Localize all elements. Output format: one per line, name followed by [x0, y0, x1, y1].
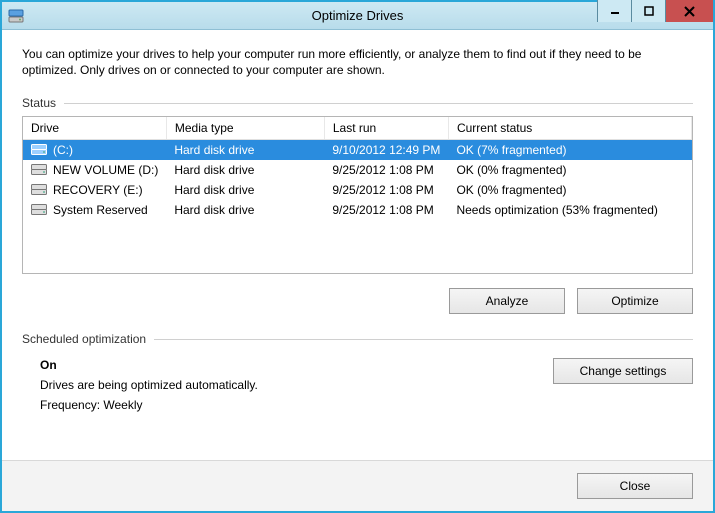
drive-cell: NEW VOLUME (D:)	[23, 160, 166, 180]
drive-icon	[31, 204, 47, 216]
drive-name: (C:)	[53, 143, 73, 157]
schedule-freq: Frequency: Weekly	[40, 398, 553, 412]
analyze-button[interactable]: Analyze	[449, 288, 565, 314]
close-window-button[interactable]	[665, 0, 713, 22]
schedule-section-label: Scheduled optimization	[22, 332, 693, 346]
status-cell: OK (7% fragmented)	[448, 140, 691, 161]
drives-table: Drive Media type Last run Current status…	[23, 117, 692, 220]
titlebar: Optimize Drives	[2, 2, 713, 30]
divider	[154, 339, 693, 340]
close-button[interactable]: Close	[577, 473, 693, 499]
bottom-bar: Close	[2, 460, 713, 511]
divider	[64, 103, 693, 104]
drive-cell: System Reserved	[23, 200, 166, 220]
drives-table-wrap: Drive Media type Last run Current status…	[22, 116, 693, 274]
col-header-status[interactable]: Current status	[448, 117, 691, 140]
table-row[interactable]: RECOVERY (E:) Hard disk drive9/25/2012 1:…	[23, 180, 692, 200]
drive-icon	[31, 164, 47, 176]
status-section-label: Status	[22, 96, 693, 110]
app-icon	[8, 8, 24, 24]
schedule-actions: Change settings	[553, 358, 693, 418]
change-settings-button[interactable]: Change settings	[553, 358, 693, 384]
table-header-row: Drive Media type Last run Current status	[23, 117, 692, 140]
status-cell: OK (0% fragmented)	[448, 180, 691, 200]
schedule-state: On	[40, 358, 553, 372]
content-area: You can optimize your drives to help you…	[2, 30, 713, 511]
lastrun-cell: 9/25/2012 1:08 PM	[324, 200, 448, 220]
col-header-last[interactable]: Last run	[324, 117, 448, 140]
media-cell: Hard disk drive	[166, 160, 324, 180]
status-cell: OK (0% fragmented)	[448, 160, 691, 180]
drive-name: NEW VOLUME (D:)	[53, 163, 158, 177]
schedule-info: On Drives are being optimized automatica…	[40, 358, 553, 418]
lastrun-cell: 9/25/2012 1:08 PM	[324, 160, 448, 180]
col-header-drive[interactable]: Drive	[23, 117, 166, 140]
action-button-row: Analyze Optimize	[22, 288, 693, 314]
maximize-button[interactable]	[631, 0, 665, 22]
status-cell: Needs optimization (53% fragmented)	[448, 200, 691, 220]
media-cell: Hard disk drive	[166, 140, 324, 161]
table-row[interactable]: NEW VOLUME (D:) Hard disk drive9/25/2012 …	[23, 160, 692, 180]
minimize-button[interactable]	[597, 0, 631, 22]
schedule-desc: Drives are being optimized automatically…	[40, 378, 553, 392]
schedule-label-text: Scheduled optimization	[22, 332, 146, 346]
drive-icon	[31, 144, 47, 156]
status-label-text: Status	[22, 96, 56, 110]
lastrun-cell: 9/10/2012 12:49 PM	[324, 140, 448, 161]
drive-cell: (C:)	[23, 140, 166, 161]
media-cell: Hard disk drive	[166, 200, 324, 220]
table-row[interactable]: (C:) Hard disk drive9/10/2012 12:49 PMOK …	[23, 140, 692, 161]
media-cell: Hard disk drive	[166, 180, 324, 200]
optimize-drives-window: Optimize Drives You can optimize your dr…	[0, 0, 715, 513]
col-header-media[interactable]: Media type	[166, 117, 324, 140]
drive-icon	[31, 184, 47, 196]
window-buttons	[597, 2, 713, 29]
table-row[interactable]: System Reserved Hard disk drive9/25/2012 …	[23, 200, 692, 220]
schedule-body: On Drives are being optimized automatica…	[22, 352, 693, 418]
intro-text: You can optimize your drives to help you…	[22, 46, 693, 78]
drive-name: RECOVERY (E:)	[53, 183, 143, 197]
optimize-button[interactable]: Optimize	[577, 288, 693, 314]
drive-cell: RECOVERY (E:)	[23, 180, 166, 200]
drive-name: System Reserved	[53, 203, 148, 217]
lastrun-cell: 9/25/2012 1:08 PM	[324, 180, 448, 200]
